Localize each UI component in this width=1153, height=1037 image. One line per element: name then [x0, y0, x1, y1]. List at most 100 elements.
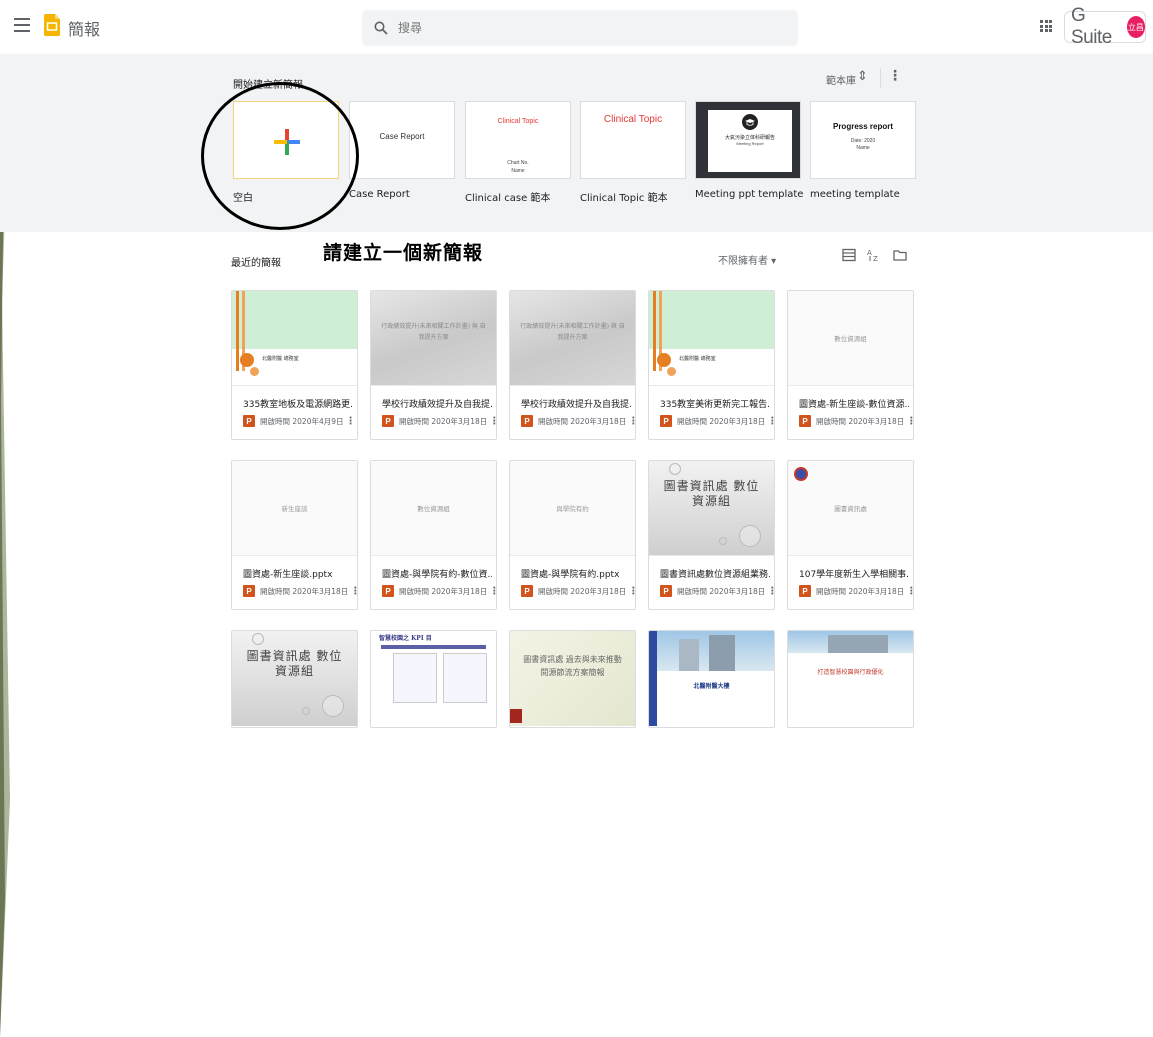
template-clinical-topic[interactable]: Clinical Topic Clinical Topic 範本	[580, 101, 686, 204]
file-thumbnail[interactable]: 圖書資訊處	[788, 461, 913, 556]
file-thumbnail[interactable]: 數位資源組	[371, 461, 496, 556]
expand-collapse-icon[interactable]: ⇕	[857, 69, 868, 84]
file-opened-date: 開啟時間 2020年3月18日	[538, 416, 627, 426]
file-title[interactable]: 圖資處-與學院有約.pptx	[521, 567, 631, 580]
file-thumbnail[interactable]: 北醫附醫 總務室	[232, 291, 357, 386]
search-input[interactable]	[398, 21, 758, 35]
file-card[interactable]: 行政績效提升(未來相關工作計畫) 與 自我提升方案學校行政績效提升及自我提...…	[370, 290, 497, 440]
more-vert-icon[interactable]: ⋮	[767, 416, 774, 427]
file-card[interactable]: 北醫附醫 總務室 335教室美術更新完工報告... P 開啟時間 2020年3月18日…	[648, 290, 775, 440]
template-case-report[interactable]: Case Report Case Report	[349, 101, 455, 200]
file-thumbnail[interactable]: 打造智慧校園與行政優化	[788, 631, 913, 726]
file-thumbnail[interactable]: 圖書資訊處 數位資源組	[649, 461, 774, 556]
file-card[interactable]: 數位資源組圖資處-與學院有約-數位資... P 開啟時間 2020年3月18日⋮	[370, 460, 497, 610]
search-icon[interactable]	[374, 21, 388, 35]
slides-logo-icon[interactable]	[44, 14, 60, 36]
more-vert-icon[interactable]: ⋮	[489, 416, 496, 427]
file-card[interactable]: 圖書資訊處 過去與未來推動 閱源節流方案簡報	[509, 630, 636, 728]
file-thumbnail[interactable]: 圖書資訊處 數位資源組	[232, 631, 357, 726]
template-gallery: 開始建立新簡報 範本庫 ⇕ ⋮ 空白 Case Report Case Repo…	[0, 54, 1153, 232]
file-card[interactable]: 圖書資訊處 數位資源組	[231, 630, 358, 728]
file-card[interactable]: 圖書資訊處 107學年度新生入學相關事... P 開啟時間 2020年3月18日⋮	[787, 460, 914, 610]
file-thumbnail[interactable]: 行政績效提升(未來相關工作計畫) 與 自我提升方案	[510, 291, 635, 386]
thumbnail-text: 新生座談	[281, 505, 308, 513]
file-meta: P 開啟時間 2020年3月18日⋮	[799, 415, 913, 427]
file-thumbnail[interactable]: 智慧校園之 KPI 目	[371, 631, 496, 726]
file-card[interactable]: 北醫附醫大樓	[648, 630, 775, 728]
file-title[interactable]: 圖資處-新生座談.pptx	[243, 567, 353, 580]
more-vert-icon[interactable]: ⋮	[906, 586, 913, 597]
file-card[interactable]: 北醫附醫 總務室 335教室地板及電源網路更... P 開啟時間 2020年4月9日 ⋮	[231, 290, 358, 440]
search-bar[interactable]	[362, 10, 798, 46]
thumbnail-text: 北醫附醫 總務室	[679, 356, 716, 362]
file-title[interactable]: 圖書資訊處數位資源組業務...	[660, 567, 770, 580]
avatar[interactable]: 立昌	[1126, 16, 1145, 38]
app-name[interactable]: 簡報	[68, 16, 100, 40]
template-thumbnail[interactable]: Clinical Topic	[580, 101, 686, 179]
sort-az-icon[interactable]: A Z	[867, 248, 881, 262]
folder-icon[interactable]	[893, 248, 907, 262]
more-vert-icon[interactable]: ⋮	[489, 586, 496, 597]
file-opened-date: 開啟時間 2020年3月18日	[816, 416, 905, 426]
file-title[interactable]: 圖資處-新生座談-數位資源...	[799, 397, 909, 410]
svg-text:Z: Z	[873, 255, 878, 262]
file-card[interactable]: 圖書資訊處 數位資源組 圖書資訊處數位資源組業務... P 開啟時間 2020年3月1…	[648, 460, 775, 610]
file-card[interactable]: 與學院有約圖資處-與學院有約.pptx P 開啟時間 2020年3月18日⋮	[509, 460, 636, 610]
file-card[interactable]: 數位資源組圖資處-新生座談-數位資源... P 開啟時間 2020年3月18日⋮	[787, 290, 914, 440]
file-thumbnail[interactable]: 行政績效提升(未來相關工作計畫) 與 自我提升方案	[371, 291, 496, 386]
more-vert-icon[interactable]: ⋮	[346, 416, 356, 427]
file-thumbnail[interactable]: 數位資源組	[788, 291, 913, 386]
list-view-icon[interactable]	[842, 248, 856, 262]
file-card[interactable]: 行政績效提升(未來相關工作計畫) 與 自我提升方案學校行政績效提升及自我提...…	[509, 290, 636, 440]
file-title[interactable]: 學校行政績效提升及自我提...	[382, 397, 492, 410]
apps-grid-icon[interactable]	[1040, 20, 1052, 32]
thumbnail-text: 行政績效提升(未來相關工作計畫) 與 自我提升方案	[520, 323, 625, 341]
template-thumbnail[interactable]: Progress report Date: 2020 Name	[810, 101, 916, 179]
template-name: Case Report	[349, 189, 410, 200]
main-menu-icon[interactable]	[14, 18, 30, 32]
owner-filter-dropdown[interactable]: 不限擁有者 ▾	[718, 252, 776, 267]
file-card[interactable]: 打造智慧校園與行政優化	[787, 630, 914, 728]
file-meta: P 開啟時間 2020年3月18日⋮	[243, 585, 357, 597]
file-title[interactable]: 學校行政績效提升及自我提...	[521, 397, 631, 410]
powerpoint-icon: P	[799, 415, 811, 427]
more-vert-icon[interactable]: ⋮	[888, 68, 902, 84]
thumbnail-text: 圖書資訊處 數位資源組	[246, 649, 343, 678]
template-meeting[interactable]: Progress report Date: 2020 Name meeting …	[810, 101, 916, 200]
file-thumbnail[interactable]: 新生座談	[232, 461, 357, 556]
thumb-slide: 大氣污染立体科研報告 Meeting Report	[708, 110, 792, 172]
thumbnail-text: 智慧校園之 KPI 目	[379, 635, 432, 642]
powerpoint-icon: P	[660, 415, 672, 427]
more-vert-icon[interactable]: ⋮	[350, 586, 357, 597]
file-thumbnail[interactable]: 與學院有約	[510, 461, 635, 556]
thumbnail-text: 行政績效提升(未來相關工作計畫) 與 自我提升方案	[381, 323, 486, 341]
divider	[880, 68, 881, 88]
thumb-sub: Date: 2020	[850, 138, 876, 144]
file-opened-date: 開啟時間 2020年3月18日	[399, 416, 488, 426]
file-thumbnail[interactable]: 北醫附醫 總務室	[649, 291, 774, 386]
file-title[interactable]: 107學年度新生入學相關事...	[799, 567, 909, 580]
template-thumbnail[interactable]	[233, 101, 339, 179]
thumbnail-text: 打造智慧校園與行政優化	[817, 669, 884, 676]
more-vert-icon[interactable]: ⋮	[906, 416, 913, 427]
template-blank[interactable]: 空白	[233, 101, 339, 204]
template-meeting-ppt[interactable]: 大氣污染立体科研報告 Meeting Report Meeting ppt te…	[695, 101, 803, 200]
template-clinical-case[interactable]: Clinical Topic Chart No. Name Clinical c…	[465, 101, 571, 204]
more-vert-icon[interactable]: ⋮	[767, 586, 774, 597]
account-button[interactable]: G Suite 立昌	[1064, 5, 1146, 48]
file-title[interactable]: 335教室美術更新完工報告...	[660, 397, 770, 410]
file-card[interactable]: 新生座談圖資處-新生座談.pptx P 開啟時間 2020年3月18日⋮	[231, 460, 358, 610]
file-title[interactable]: 335教室地板及電源網路更...	[243, 397, 353, 410]
template-thumbnail[interactable]: Clinical Topic Chart No. Name	[465, 101, 571, 179]
powerpoint-icon: P	[521, 415, 533, 427]
more-vert-icon[interactable]: ⋮	[628, 586, 635, 597]
template-name: Clinical Topic 範本	[580, 193, 668, 204]
file-title[interactable]: 圖資處-與學院有約-數位資...	[382, 567, 492, 580]
template-thumbnail[interactable]: Case Report	[349, 101, 455, 179]
file-thumbnail[interactable]: 北醫附醫大樓	[649, 631, 774, 726]
file-thumbnail[interactable]: 圖書資訊處 過去與未來推動 閱源節流方案簡報	[510, 631, 635, 726]
template-gallery-label[interactable]: 範本庫	[826, 72, 856, 87]
more-vert-icon[interactable]: ⋮	[628, 416, 635, 427]
file-card[interactable]: 智慧校園之 KPI 目	[370, 630, 497, 728]
template-thumbnail[interactable]: 大氣污染立体科研報告 Meeting Report	[695, 101, 801, 179]
